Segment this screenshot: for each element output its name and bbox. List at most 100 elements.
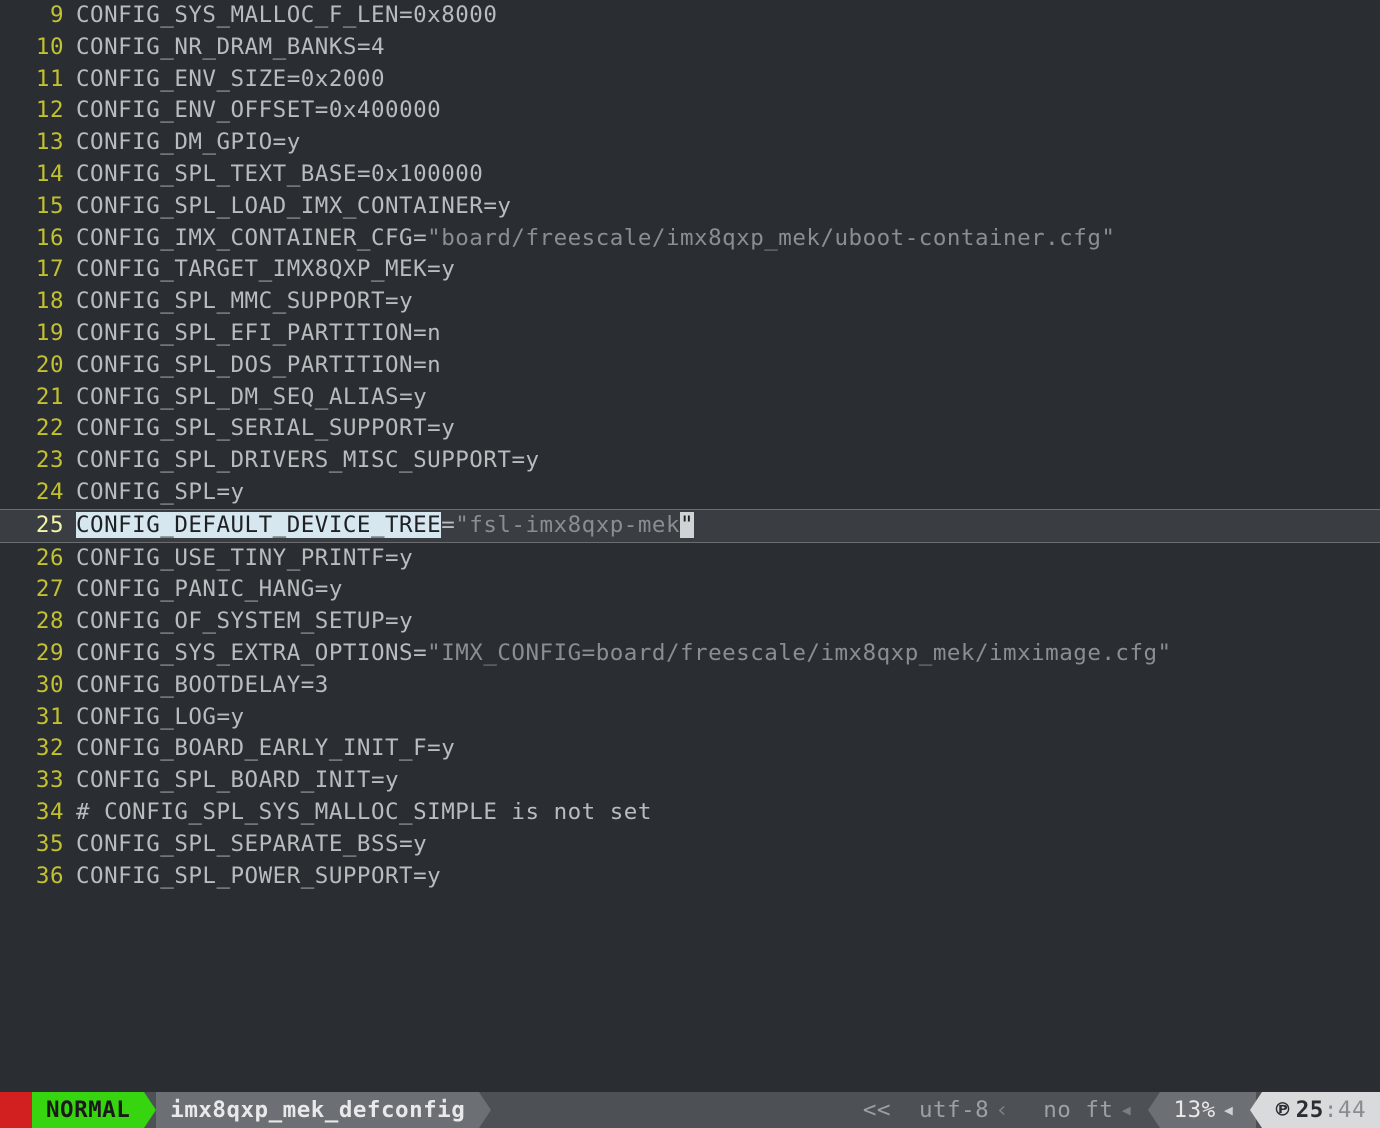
- code-content[interactable]: CONFIG_SYS_EXTRA_OPTIONS="IMX_CONFIG=boa…: [68, 638, 1380, 670]
- code-content[interactable]: CONFIG_SPL_DOS_PARTITION=n: [68, 350, 1380, 382]
- code-line[interactable]: 26CONFIG_USE_TINY_PRINTF=y: [0, 543, 1380, 575]
- code-content[interactable]: CONFIG_SPL_SEPARATE_BSS=y: [68, 829, 1380, 861]
- code-content[interactable]: CONFIG_SPL_MMC_SUPPORT=y: [68, 286, 1380, 318]
- config-key: CONFIG_SPL_SEPARATE_BSS: [76, 831, 399, 857]
- code-line[interactable]: 17CONFIG_TARGET_IMX8QXP_MEK=y: [0, 254, 1380, 286]
- code-content[interactable]: # CONFIG_SPL_SYS_MALLOC_SIMPLE is not se…: [68, 797, 1380, 829]
- code-content[interactable]: CONFIG_USE_TINY_PRINTF=y: [68, 543, 1380, 575]
- code-content[interactable]: CONFIG_DEFAULT_DEVICE_TREE="fsl-imx8qxp-…: [68, 510, 1380, 542]
- code-content[interactable]: CONFIG_SPL_DRIVERS_MISC_SUPPORT=y: [68, 445, 1380, 477]
- code-line[interactable]: 13CONFIG_DM_GPIO=y: [0, 127, 1380, 159]
- config-key: CONFIG_SPL_BOARD_INIT: [76, 767, 371, 793]
- line-number: 29: [0, 638, 68, 670]
- code-content[interactable]: CONFIG_SPL_DM_SEQ_ALIAS=y: [68, 382, 1380, 414]
- code-line[interactable]: 32CONFIG_BOARD_EARLY_INIT_F=y: [0, 733, 1380, 765]
- code-line[interactable]: 14CONFIG_SPL_TEXT_BASE=0x100000: [0, 159, 1380, 191]
- line-number: 24: [0, 477, 68, 509]
- line-number: 9: [0, 0, 68, 32]
- line-number: 13: [0, 127, 68, 159]
- line-number: 35: [0, 829, 68, 861]
- code-line[interactable]: 25CONFIG_DEFAULT_DEVICE_TREE="fsl-imx8qx…: [0, 509, 1380, 543]
- code-content[interactable]: CONFIG_SPL_LOAD_IMX_CONTAINER=y: [68, 191, 1380, 223]
- code-content[interactable]: CONFIG_ENV_OFFSET=0x400000: [68, 95, 1380, 127]
- code-content[interactable]: CONFIG_SPL_SERIAL_SUPPORT=y: [68, 413, 1380, 445]
- code-content[interactable]: CONFIG_SPL_BOARD_INIT=y: [68, 765, 1380, 797]
- code-line[interactable]: 34# CONFIG_SPL_SYS_MALLOC_SIMPLE is not …: [0, 797, 1380, 829]
- config-key: CONFIG_SPL_DM_SEQ_ALIAS: [76, 384, 399, 410]
- code-line[interactable]: 28CONFIG_OF_SYSTEM_SETUP=y: [0, 606, 1380, 638]
- code-line[interactable]: 27CONFIG_PANIC_HANG=y: [0, 574, 1380, 606]
- code-line[interactable]: 9CONFIG_SYS_MALLOC_F_LEN=0x8000: [0, 0, 1380, 32]
- line-number: 28: [0, 606, 68, 638]
- code-line[interactable]: 23CONFIG_SPL_DRIVERS_MISC_SUPPORT=y: [0, 445, 1380, 477]
- config-key: CONFIG_SYS_MALLOC_F_LEN: [76, 2, 399, 28]
- code-content[interactable]: CONFIG_PANIC_HANG=y: [68, 574, 1380, 606]
- config-key: CONFIG_ENV_OFFSET: [76, 97, 315, 123]
- line-number: 11: [0, 64, 68, 96]
- encoding-indicator: utf-8‹: [905, 1092, 1029, 1128]
- paste-icon: ℗: [1276, 1097, 1296, 1123]
- config-key: CONFIG_SPL_LOAD_IMX_CONTAINER: [76, 193, 483, 219]
- config-key: CONFIG_ENV_SIZE: [76, 66, 287, 92]
- config-key: CONFIG_OF_SYSTEM_SETUP: [76, 608, 385, 634]
- line-number: 22: [0, 413, 68, 445]
- config-key: CONFIG_SPL_EFI_PARTITION: [76, 320, 413, 346]
- line-number: 19: [0, 318, 68, 350]
- line-number: 16: [0, 223, 68, 255]
- config-key: CONFIG_LOG: [76, 704, 216, 730]
- code-content[interactable]: CONFIG_SPL_POWER_SUPPORT=y: [68, 861, 1380, 893]
- config-key: CONFIG_BOARD_EARLY_INIT_F: [76, 735, 427, 761]
- config-key: CONFIG_SPL_POWER_SUPPORT: [76, 863, 413, 889]
- line-number: 32: [0, 733, 68, 765]
- code-content[interactable]: CONFIG_SPL_EFI_PARTITION=n: [68, 318, 1380, 350]
- code-content[interactable]: CONFIG_OF_SYSTEM_SETUP=y: [68, 606, 1380, 638]
- statusline-spacer: [479, 1092, 849, 1128]
- line-number: 12: [0, 95, 68, 127]
- code-content[interactable]: CONFIG_TARGET_IMX8QXP_MEK=y: [68, 254, 1380, 286]
- code-line[interactable]: 22CONFIG_SPL_SERIAL_SUPPORT=y: [0, 413, 1380, 445]
- code-content[interactable]: CONFIG_LOG=y: [68, 702, 1380, 734]
- code-line[interactable]: 29CONFIG_SYS_EXTRA_OPTIONS="IMX_CONFIG=b…: [0, 638, 1380, 670]
- mode-indicator: NORMAL: [32, 1092, 144, 1128]
- config-key: CONFIG_SPL_DOS_PARTITION: [76, 352, 413, 378]
- line-number: 10: [0, 32, 68, 64]
- code-line[interactable]: 20CONFIG_SPL_DOS_PARTITION=n: [0, 350, 1380, 382]
- code-content[interactable]: CONFIG_SYS_MALLOC_F_LEN=0x8000: [68, 0, 1380, 32]
- code-content[interactable]: CONFIG_IMX_CONTAINER_CFG="board/freescal…: [68, 223, 1380, 255]
- line-number: 27: [0, 574, 68, 606]
- code-line[interactable]: 10CONFIG_NR_DRAM_BANKS=4: [0, 32, 1380, 64]
- code-line[interactable]: 18CONFIG_SPL_MMC_SUPPORT=y: [0, 286, 1380, 318]
- code-line[interactable]: 11CONFIG_ENV_SIZE=0x2000: [0, 64, 1380, 96]
- code-content[interactable]: CONFIG_SPL=y: [68, 477, 1380, 509]
- code-line[interactable]: 35CONFIG_SPL_SEPARATE_BSS=y: [0, 829, 1380, 861]
- line-number: 30: [0, 670, 68, 702]
- editor-viewport[interactable]: 9CONFIG_SYS_MALLOC_F_LEN=0x800010CONFIG_…: [0, 0, 1380, 1128]
- code-line[interactable]: 31CONFIG_LOG=y: [0, 702, 1380, 734]
- line-number: 26: [0, 543, 68, 575]
- line-number: 23: [0, 445, 68, 477]
- filename-segment: imx8qxp_mek_defconfig: [156, 1092, 479, 1128]
- code-content[interactable]: CONFIG_BOARD_EARLY_INIT_F=y: [68, 733, 1380, 765]
- line-number: 31: [0, 702, 68, 734]
- code-line[interactable]: 30CONFIG_BOOTDELAY=3: [0, 670, 1380, 702]
- config-key: CONFIG_SPL_SERIAL_SUPPORT: [76, 415, 427, 441]
- code-content[interactable]: CONFIG_SPL_TEXT_BASE=0x100000: [68, 159, 1380, 191]
- code-line[interactable]: 12CONFIG_ENV_OFFSET=0x400000: [0, 95, 1380, 127]
- block-cursor: ": [680, 512, 694, 538]
- code-content[interactable]: CONFIG_NR_DRAM_BANKS=4: [68, 32, 1380, 64]
- line-number: 36: [0, 861, 68, 893]
- line-number: 15: [0, 191, 68, 223]
- code-line[interactable]: 21CONFIG_SPL_DM_SEQ_ALIAS=y: [0, 382, 1380, 414]
- code-content[interactable]: CONFIG_BOOTDELAY=3: [68, 670, 1380, 702]
- config-key: CONFIG_SPL: [76, 479, 216, 505]
- code-line[interactable]: 36CONFIG_SPL_POWER_SUPPORT=y: [0, 861, 1380, 893]
- code-line[interactable]: 15CONFIG_SPL_LOAD_IMX_CONTAINER=y: [0, 191, 1380, 223]
- filetype-indicator: no ft◂: [1029, 1092, 1153, 1128]
- line-number: 17: [0, 254, 68, 286]
- code-content[interactable]: CONFIG_DM_GPIO=y: [68, 127, 1380, 159]
- code-content[interactable]: CONFIG_ENV_SIZE=0x2000: [68, 64, 1380, 96]
- code-line[interactable]: 24CONFIG_SPL=y: [0, 477, 1380, 509]
- code-line[interactable]: 33CONFIG_SPL_BOARD_INIT=y: [0, 765, 1380, 797]
- code-line[interactable]: 19CONFIG_SPL_EFI_PARTITION=n: [0, 318, 1380, 350]
- code-line[interactable]: 16CONFIG_IMX_CONTAINER_CFG="board/freesc…: [0, 223, 1380, 255]
